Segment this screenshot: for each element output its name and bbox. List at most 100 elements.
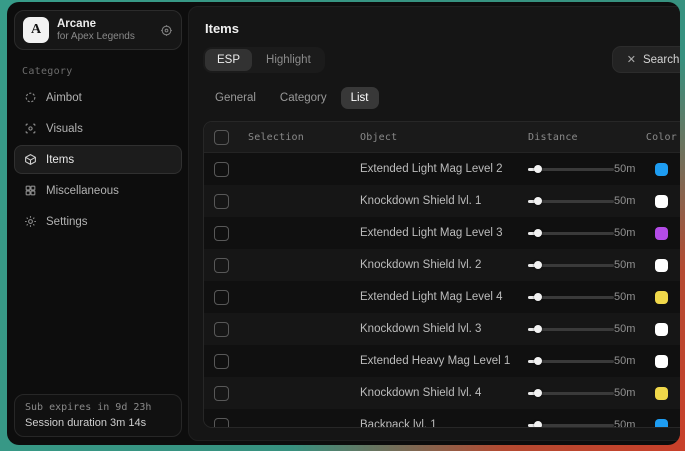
compass-icon[interactable] [160, 24, 173, 37]
table-row: Extended Heavy Mag Level 1 50m [204, 345, 680, 377]
distance-value: 50m [614, 323, 639, 335]
sidebar-item-settings[interactable]: Settings [14, 207, 182, 236]
gear-icon [24, 215, 37, 228]
slider-thumb[interactable] [534, 165, 542, 173]
color-swatch[interactable] [655, 227, 668, 240]
table-row: Extended Light Mag Level 4 50m [204, 281, 680, 313]
slider-thumb[interactable] [534, 293, 542, 301]
distance-value: 50m [614, 259, 639, 271]
color-swatch[interactable] [655, 195, 668, 208]
color-swatch[interactable] [655, 419, 668, 429]
slider-thumb[interactable] [534, 261, 542, 269]
sidebar-item-label: Aimbot [46, 92, 82, 104]
app-name: Arcane [57, 18, 152, 31]
color-swatch[interactable] [655, 355, 668, 368]
brand-card: A Arcane for Apex Legends [14, 10, 182, 50]
row-checkbox[interactable] [214, 226, 229, 241]
object-label: Extended Light Mag Level 4 [360, 291, 528, 303]
distance-slider[interactable] [528, 196, 614, 206]
search-button[interactable]: ✕ Search [612, 46, 680, 73]
app-logo: A [23, 17, 49, 43]
table-row: Knockdown Shield lvl. 2 50m [204, 249, 680, 281]
sidebar: A Arcane for Apex Legends Category Aimbo… [7, 2, 185, 445]
view-tabs: General Category List [205, 87, 680, 109]
x-icon: ✕ [627, 53, 636, 66]
distance-value: 50m [614, 195, 639, 207]
color-swatch[interactable] [655, 291, 668, 304]
sidebar-item-label: Settings [46, 216, 88, 228]
tab-category[interactable]: Category [270, 87, 337, 109]
distance-slider[interactable] [528, 388, 614, 398]
tab-list[interactable]: List [341, 87, 379, 109]
tab-general[interactable]: General [205, 87, 266, 109]
distance-slider[interactable] [528, 260, 614, 270]
distance-value: 50m [614, 387, 639, 399]
distance-value: 50m [614, 291, 639, 303]
app-subtitle: for Apex Legends [57, 31, 152, 43]
row-checkbox[interactable] [214, 162, 229, 177]
column-header-color: Color [639, 132, 680, 143]
sidebar-item-items[interactable]: Items [14, 145, 182, 174]
app-window: A Arcane for Apex Legends Category Aimbo… [7, 2, 680, 445]
object-label: Knockdown Shield lvl. 1 [360, 195, 528, 207]
crosshair-icon [24, 91, 37, 104]
row-checkbox[interactable] [214, 290, 229, 305]
column-header-distance: Distance [528, 132, 639, 143]
distance-value: 50m [614, 163, 639, 175]
column-header-object: Object [360, 132, 528, 143]
grid-icon [24, 184, 37, 197]
object-label: Knockdown Shield lvl. 2 [360, 259, 528, 271]
row-checkbox[interactable] [214, 194, 229, 209]
object-label: Knockdown Shield lvl. 4 [360, 387, 528, 399]
object-label: Backpack lvl. 1 [360, 419, 528, 428]
distance-value: 50m [614, 227, 639, 239]
sidebar-item-label: Visuals [46, 123, 83, 135]
sidebar-item-visuals[interactable]: Visuals [14, 114, 182, 143]
distance-slider[interactable] [528, 356, 614, 366]
color-swatch[interactable] [655, 387, 668, 400]
table-row: Backpack lvl. 1 50m [204, 409, 680, 428]
row-checkbox[interactable] [214, 386, 229, 401]
distance-value: 50m [614, 419, 639, 428]
session-card: Sub expires in 9d 23h Session duration 3… [14, 394, 182, 437]
select-all-checkbox[interactable] [214, 130, 229, 145]
slider-thumb[interactable] [534, 197, 542, 205]
category-label: Category [22, 66, 182, 77]
column-header-selection: Selection [248, 132, 360, 143]
slider-thumb[interactable] [534, 325, 542, 333]
table-row: Knockdown Shield lvl. 3 50m [204, 313, 680, 345]
slider-thumb[interactable] [534, 421, 542, 428]
distance-slider[interactable] [528, 292, 614, 302]
distance-slider[interactable] [528, 420, 614, 428]
row-checkbox[interactable] [214, 418, 229, 429]
slider-thumb[interactable] [534, 357, 542, 365]
row-checkbox[interactable] [214, 258, 229, 273]
table-row: Knockdown Shield lvl. 4 50m [204, 377, 680, 409]
slider-thumb[interactable] [534, 389, 542, 397]
row-checkbox[interactable] [214, 354, 229, 369]
distance-slider[interactable] [528, 164, 614, 174]
row-checkbox[interactable] [214, 322, 229, 337]
eye-icon [24, 122, 37, 135]
sidebar-item-miscellaneous[interactable]: Miscellaneous [14, 176, 182, 205]
main-panel: Items ESP Highlight ✕ Search General Cat… [188, 6, 680, 441]
sidebar-nav: Aimbot Visuals Items Miscellaneous [14, 83, 182, 236]
color-swatch[interactable] [655, 259, 668, 272]
tab-esp[interactable]: ESP [205, 49, 252, 71]
color-swatch[interactable] [655, 323, 668, 336]
color-swatch[interactable] [655, 163, 668, 176]
object-label: Extended Light Mag Level 2 [360, 163, 528, 175]
distance-slider[interactable] [528, 228, 614, 238]
table-row: Knockdown Shield lvl. 1 50m [204, 185, 680, 217]
table-row: Extended Light Mag Level 2 50m [204, 153, 680, 185]
tab-highlight[interactable]: Highlight [254, 49, 323, 71]
page-title: Items [205, 21, 680, 36]
sidebar-item-label: Items [46, 154, 74, 166]
distance-value: 50m [614, 355, 639, 367]
distance-slider[interactable] [528, 324, 614, 334]
search-button-label: Search [643, 54, 679, 66]
object-label: Knockdown Shield lvl. 3 [360, 323, 528, 335]
sidebar-item-aimbot[interactable]: Aimbot [14, 83, 182, 112]
sidebar-item-label: Miscellaneous [46, 185, 119, 197]
slider-thumb[interactable] [534, 229, 542, 237]
